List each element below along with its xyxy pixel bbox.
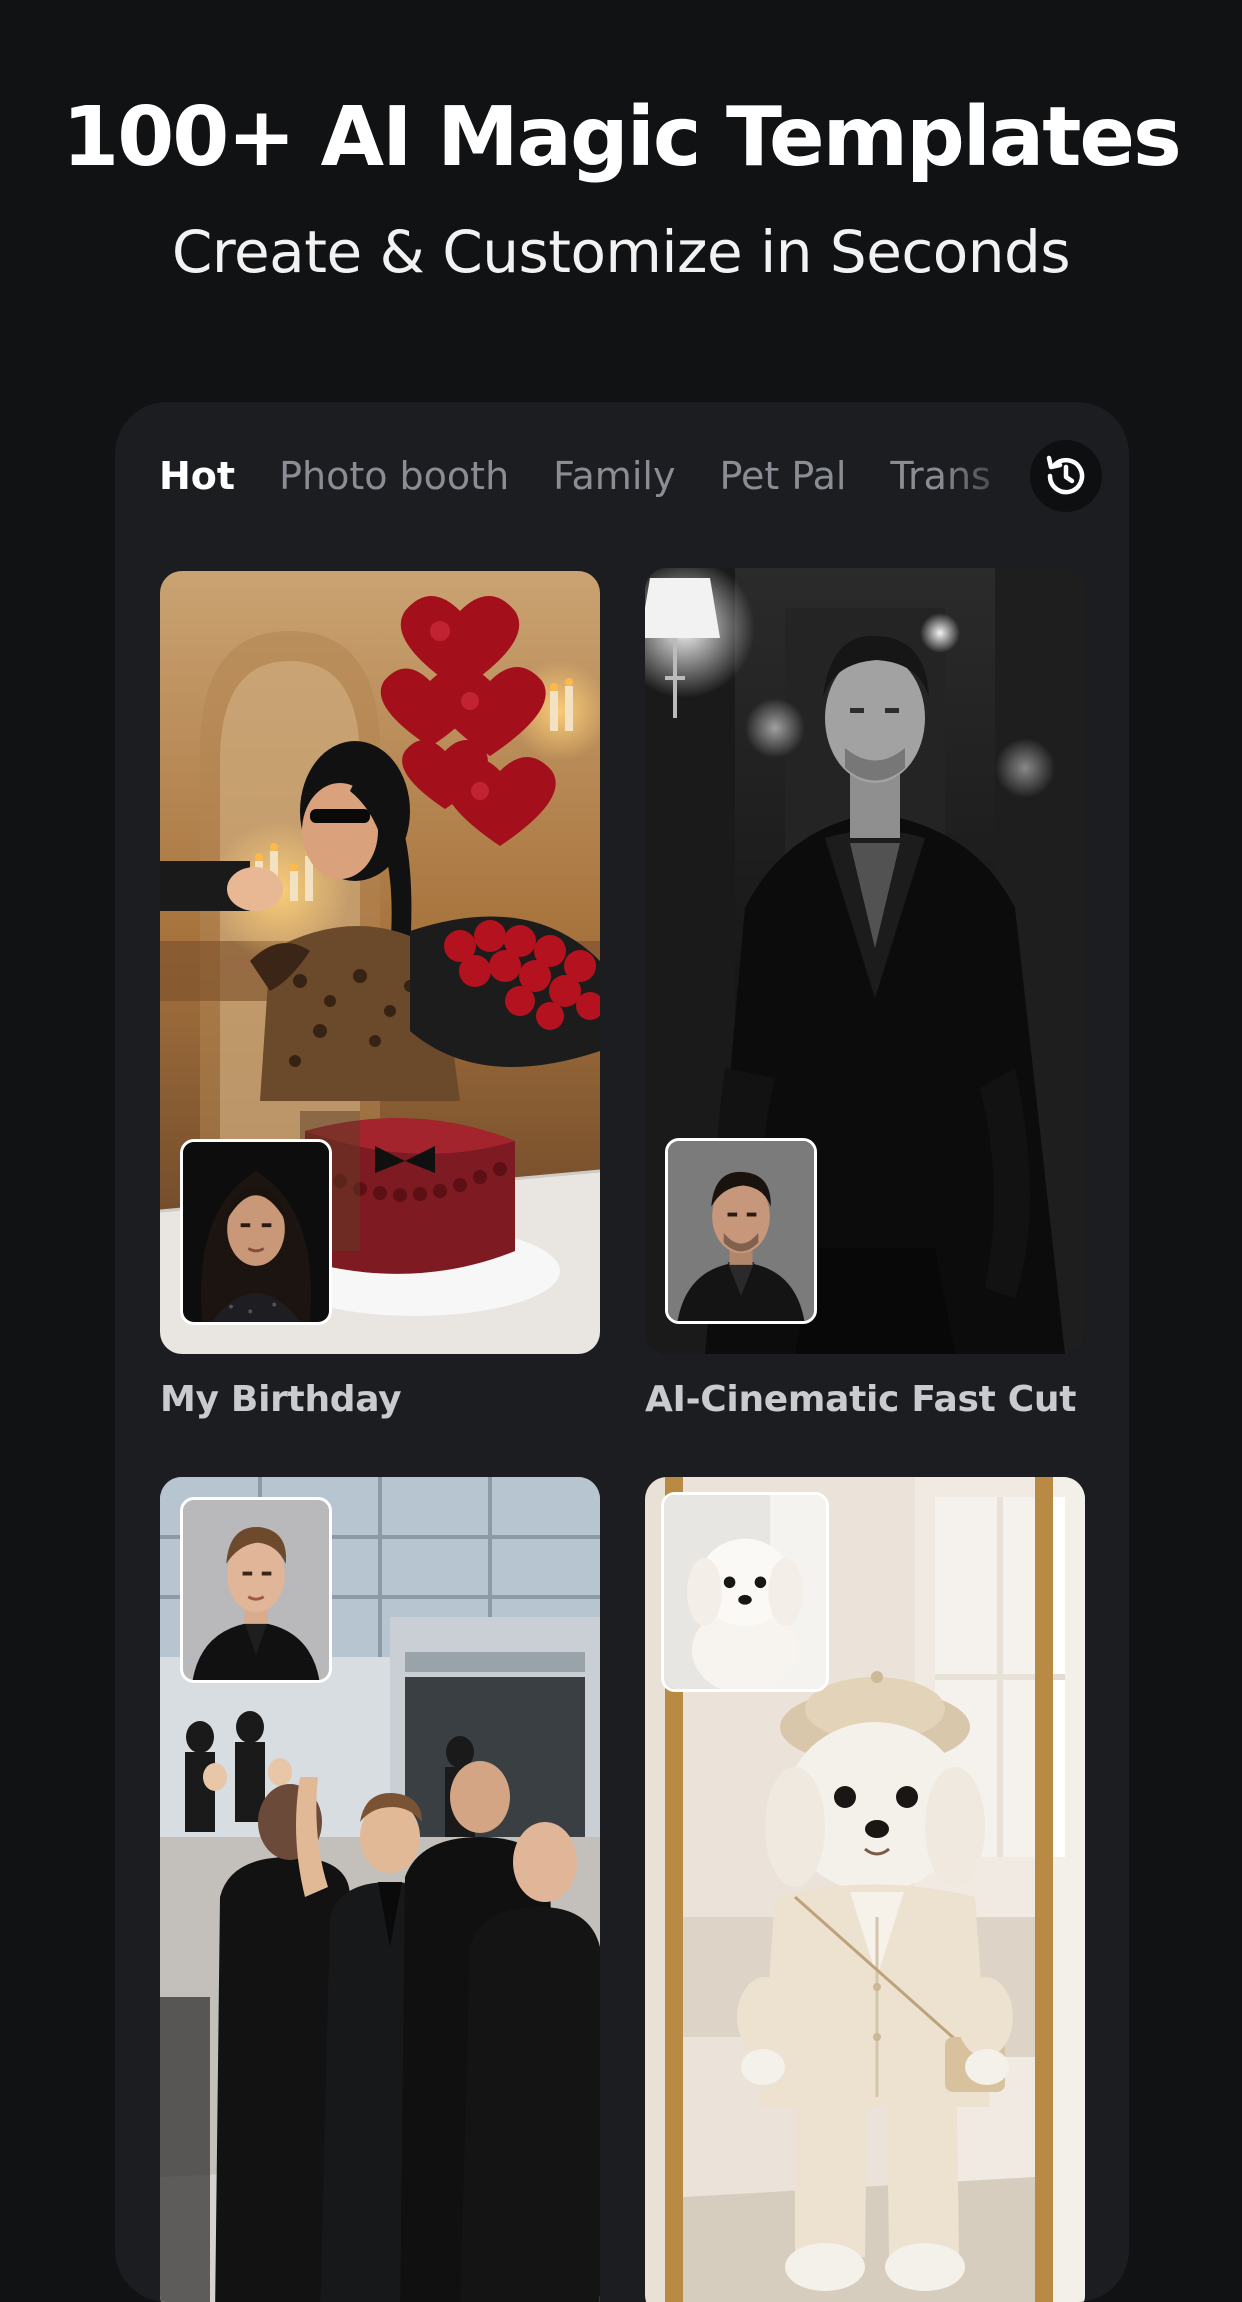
templates-panel: HotPhoto boothFamilyPet PalTrans — [115, 402, 1129, 2302]
face-thumbnail — [180, 1497, 332, 1683]
template-card-pet-suit[interactable] — [645, 1477, 1085, 2302]
tab-photo-booth[interactable]: Photo booth — [279, 446, 509, 506]
face-thumbnail — [665, 1138, 817, 1324]
template-title-cinematic-fast-cut: AI-Cinematic Fast Cut — [645, 1379, 1077, 1420]
tab-family[interactable]: Family — [553, 446, 675, 506]
history-clock-icon — [1046, 455, 1085, 495]
template-card-cinematic-fast-cut[interactable] — [645, 568, 1085, 1354]
page-title: 100+ AI Magic Templates — [62, 90, 1182, 185]
history-button[interactable] — [1030, 440, 1102, 512]
face-thumbnail — [180, 1139, 332, 1325]
template-card-my-birthday[interactable] — [160, 571, 600, 1354]
tab-pet-pal[interactable]: Pet Pal — [719, 446, 846, 506]
pet-thumbnail — [661, 1492, 829, 1692]
template-title-my-birthday: My Birthday — [160, 1379, 402, 1420]
template-card-celebrity-bodyguards[interactable] — [160, 1477, 600, 2302]
page-subtitle: Create & Customize in Seconds — [171, 218, 1071, 286]
tab-hot[interactable]: Hot — [159, 446, 235, 506]
